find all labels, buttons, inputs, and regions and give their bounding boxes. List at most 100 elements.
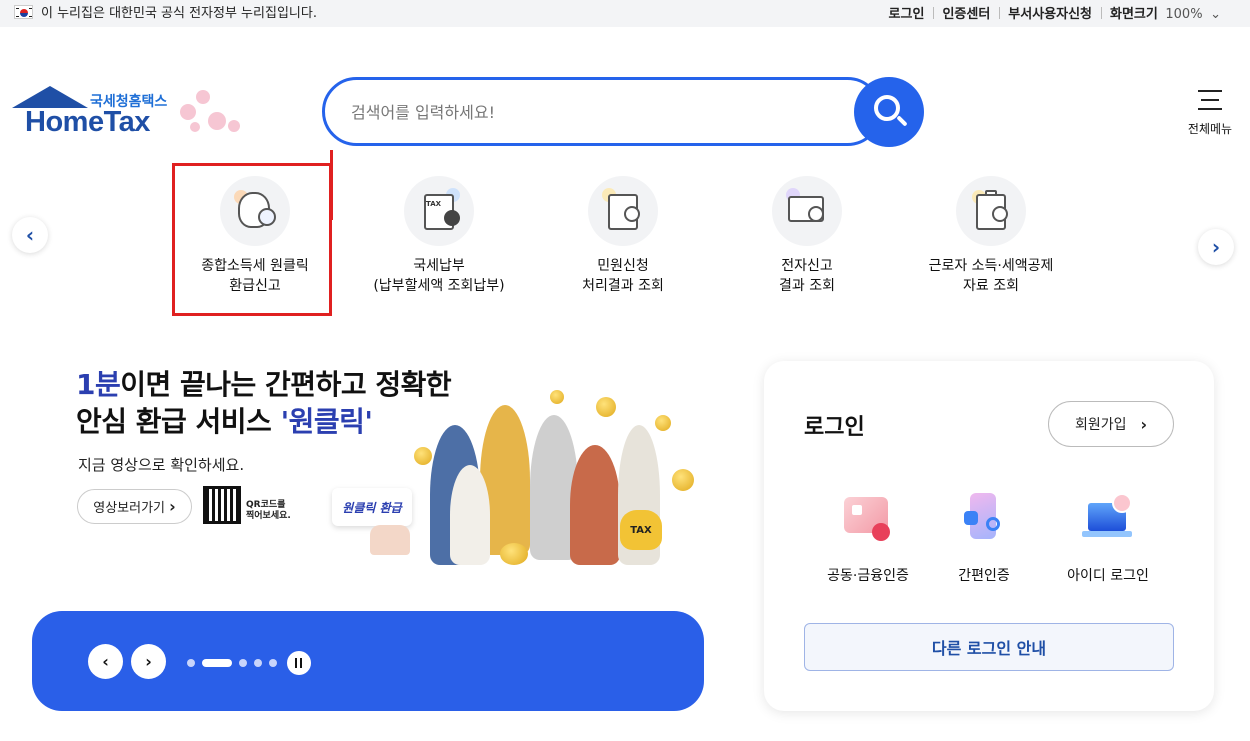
carousel-pause-button[interactable]: [287, 651, 311, 675]
banner-title-highlight: 1분: [76, 368, 121, 401]
login-link[interactable]: 로그인: [880, 3, 934, 22]
banner-subtitle: 지금 영상으로 확인하세요.: [78, 456, 245, 474]
all-menu-label: 전체메뉴: [1187, 122, 1233, 136]
hamburger-icon: [1198, 90, 1222, 92]
oneclick-badge: 원클릭 환급: [332, 488, 412, 526]
banner-title-text: 안심 환급 서비스: [76, 405, 281, 438]
watch-video-button[interactable]: 영상보러가기 ›: [77, 489, 192, 524]
watch-video-label: 영상보러가기: [93, 501, 166, 516]
login-title: 로그인: [804, 415, 865, 440]
quick-menu-prev-button[interactable]: ‹: [12, 217, 48, 253]
hometax-logo[interactable]: 국세청홈택스 HomeTax: [12, 86, 252, 142]
login-option-id[interactable]: 아이디 로그인: [1048, 489, 1168, 585]
pause-icon-bar: [300, 658, 302, 668]
coin-decoration: [655, 415, 671, 431]
login-option-label: 간편인증: [958, 568, 1010, 584]
laptop-power-icon: [1078, 489, 1138, 549]
hamburger-icon-line: [1201, 99, 1219, 101]
signup-button[interactable]: 회원가입 ›: [1048, 401, 1174, 447]
blossom-decoration: [228, 120, 240, 132]
pause-icon: [295, 658, 297, 668]
login-option-label: 아이디 로그인: [1067, 568, 1149, 584]
dept-user-link[interactable]: 부서사용자신청: [999, 3, 1101, 22]
carousel-dot[interactable]: [254, 659, 262, 667]
search-box: [322, 77, 882, 146]
carousel-dot-active[interactable]: [202, 659, 232, 667]
blossom-decoration: [180, 104, 196, 120]
search-icon-handle: [896, 115, 908, 127]
carousel-dot[interactable]: [187, 659, 195, 667]
quick-item-tax-payment[interactable]: TAX 국세납부 (납부할세액 조회납부): [349, 176, 529, 296]
zoom-label: 화면크기: [1110, 6, 1158, 22]
gov-top-bar: 이 누리집은 대한민국 공식 전자정부 누리집입니다. 로그인 인증센터 부서사…: [0, 0, 1250, 27]
house-roof-icon: [12, 86, 88, 108]
banner-illustration: 원클릭 환급 TAX: [300, 385, 710, 570]
chevron-right-icon: ›: [169, 497, 176, 516]
search-button[interactable]: [854, 77, 924, 147]
coin-decoration: [550, 390, 564, 404]
signup-label: 회원가입: [1074, 417, 1127, 433]
logo-wordmark: HomeTax: [25, 106, 150, 138]
blossom-decoration: [208, 112, 226, 130]
coin-decoration: [672, 469, 694, 491]
quick-item-label: 전자신고: [781, 258, 833, 274]
qr-code: [203, 486, 241, 524]
coin-decoration: [414, 447, 432, 465]
quick-item-label: 민원신청: [597, 258, 649, 274]
zoom-control[interactable]: 화면크기 100% ⌄: [1101, 3, 1230, 22]
phone-search-icon: [954, 489, 1014, 549]
carousel-dot[interactable]: [239, 659, 247, 667]
quick-item-label: 결과 조회: [779, 278, 835, 294]
carousel-prev-button[interactable]: ‹: [88, 644, 123, 679]
quick-item-label: (납부할세액 조회납부): [373, 278, 505, 294]
person-illustration: [450, 465, 490, 565]
quick-item-deduction-data[interactable]: 근로자 소득·세액공제자료 조회: [901, 176, 1081, 296]
all-menu-button[interactable]: 전체메뉴: [1182, 86, 1238, 142]
quick-item-civil-result[interactable]: 민원신청처리결과 조회: [533, 176, 713, 296]
other-login-guide-button[interactable]: 다른 로그인 안내: [804, 623, 1174, 671]
carousel-dot[interactable]: [269, 659, 277, 667]
quick-item-label: 근로자 소득·세액공제: [928, 258, 1054, 274]
top-links: 로그인 인증센터 부서사용자신청 화면크기 100% ⌄: [880, 1, 1230, 23]
highlight-box-edge: [330, 150, 333, 220]
chevron-right-icon: ›: [1211, 235, 1221, 259]
clipboard-won-search-icon: [956, 176, 1026, 246]
tax-upload-icon: TAX: [404, 176, 474, 246]
coin-decoration: [500, 543, 528, 565]
korea-flag-icon: [14, 5, 33, 19]
qr-caption-line: 찍어보세요.: [246, 511, 291, 521]
person-illustration: [570, 445, 620, 565]
quick-item-label: 국세납부: [413, 258, 465, 274]
login-option-label: 공동·금융인증: [827, 568, 909, 584]
highlight-box: [172, 163, 332, 316]
cert-center-link[interactable]: 인증센터: [933, 3, 999, 22]
tax-bag: TAX: [620, 510, 662, 550]
blossom-decoration: [196, 90, 210, 104]
login-option-certificate[interactable]: 공동·금융인증: [808, 489, 928, 585]
hamburger-icon-line: [1198, 108, 1222, 110]
chevron-down-icon: ⌄: [1210, 6, 1221, 22]
chevron-right-icon: ›: [1140, 414, 1148, 434]
monitor-search-icon: [772, 176, 842, 246]
quick-item-label: 자료 조회: [963, 278, 1019, 294]
blossom-decoration: [190, 122, 200, 132]
quick-menu-next-button[interactable]: ›: [1198, 229, 1234, 265]
hand-illustration: [370, 525, 410, 555]
chevron-left-icon: ‹: [102, 652, 109, 671]
qr-caption-line: QR코드를: [246, 500, 286, 510]
certificate-card-icon: [838, 489, 898, 549]
quick-item-label: 처리결과 조회: [582, 278, 664, 294]
login-card: 로그인 회원가입 › 공동·금융인증 간편인증 아이디 로그인 다른 로그인 안…: [764, 361, 1214, 711]
chevron-right-icon: ›: [145, 652, 152, 671]
qr-caption: QR코드를 찍어보세요.: [246, 500, 291, 522]
search-input[interactable]: [351, 96, 831, 128]
carousel-next-button[interactable]: ›: [131, 644, 166, 679]
login-option-simple[interactable]: 간편인증: [924, 489, 1044, 585]
gov-notice: 이 누리집은 대한민국 공식 전자정부 누리집입니다.: [41, 6, 317, 21]
chevron-left-icon: ‹: [25, 223, 35, 247]
document-search-icon: [588, 176, 658, 246]
coin-decoration: [596, 397, 616, 417]
quick-item-e-filing-result[interactable]: 전자신고결과 조회: [717, 176, 897, 296]
banner-carousel-controls: ‹ ›: [32, 611, 704, 711]
zoom-value: 100%: [1165, 6, 1203, 22]
